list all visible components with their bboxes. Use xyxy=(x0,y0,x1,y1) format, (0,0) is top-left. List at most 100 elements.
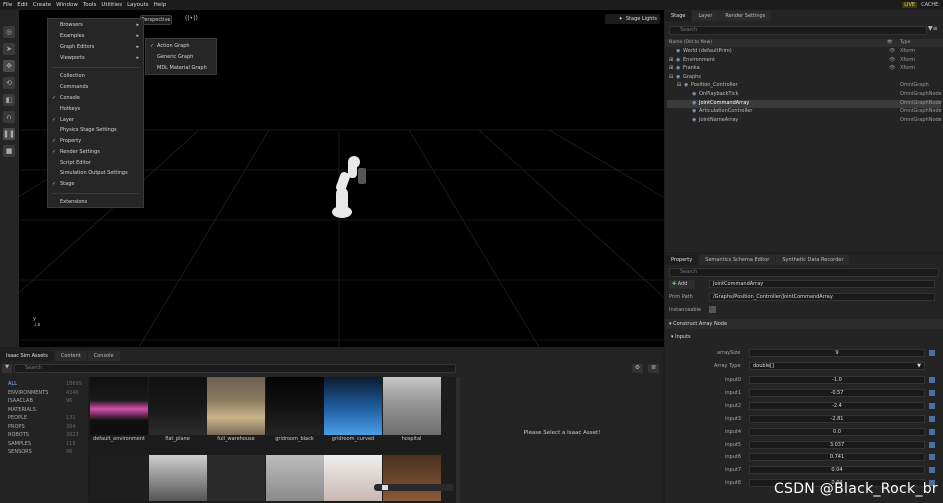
prim-path-field[interactable]: /Graphs/Position_Controller/JointCommand… xyxy=(709,293,935,301)
array-size-field[interactable]: 9 xyxy=(749,349,925,357)
input-value-field[interactable]: 0.0 xyxy=(749,427,925,436)
asset-thumbnail[interactable] xyxy=(207,377,265,435)
inputs-header[interactable]: ▾ Inputs xyxy=(671,334,691,340)
asset-thumbnail[interactable] xyxy=(265,377,324,435)
keyframe-icon[interactable] xyxy=(929,441,935,448)
menu-file[interactable]: File xyxy=(3,2,12,8)
assets-search-input[interactable]: Search xyxy=(14,364,456,373)
stage-row[interactable]: ◉ JointCommandArray OmniGraphNode xyxy=(667,99,942,108)
asset-thumbnail[interactable] xyxy=(148,455,207,501)
visibility-eye-icon[interactable]: 👁 xyxy=(889,65,895,71)
input-value-field[interactable]: 0.741 xyxy=(749,453,925,462)
menu-item-stage[interactable]: Stage xyxy=(60,181,74,187)
stage-lights-button[interactable]: ✦ Stage Lights xyxy=(605,14,660,24)
camera-icon[interactable]: ((•)) xyxy=(185,15,198,25)
asset-thumbnail[interactable] xyxy=(90,377,148,435)
add-button[interactable]: ✚ Add xyxy=(669,280,695,289)
category-item[interactable]: SAMPLES 115 xyxy=(8,441,76,447)
stage-row[interactable]: ⊟ ◉ Graphs xyxy=(667,74,941,82)
stop-icon[interactable]: ■ xyxy=(3,145,15,157)
menu-item-browsers[interactable]: Browsers xyxy=(60,22,83,28)
input-value-field[interactable]: -0.57 xyxy=(749,388,925,397)
stage-row[interactable]: ⊞ ◉ Franka 👁 Xform xyxy=(667,65,941,73)
menu-edit[interactable]: Edit xyxy=(17,2,28,8)
menu-utilities[interactable]: Utilities xyxy=(101,2,122,8)
stage-row[interactable]: ◉ World (defaultPrim) 👁 Xform xyxy=(667,48,941,56)
tab-stage[interactable]: Stage xyxy=(665,11,692,21)
keyframe-icon[interactable] xyxy=(929,389,935,396)
tab-property[interactable]: Property xyxy=(665,255,699,265)
stage-row[interactable]: ◉ OnPlaybackTick OmniGraphNode xyxy=(667,91,942,99)
asset-thumbnail[interactable] xyxy=(382,455,441,501)
category-item[interactable]: ALL 18695 xyxy=(8,381,82,387)
menu-item-layer[interactable]: Layer xyxy=(60,117,74,123)
list-view-icon[interactable]: ≣ xyxy=(648,364,659,373)
asset-thumbnail[interactable] xyxy=(382,377,441,435)
stage-search-input[interactable]: Search xyxy=(669,26,927,35)
expand-icon[interactable]: ⊞ xyxy=(669,57,673,63)
keyframe-icon[interactable] xyxy=(929,454,935,461)
rotate-tool-icon[interactable]: ⟲ xyxy=(3,77,15,89)
keyframe-icon[interactable] xyxy=(929,415,935,422)
menu-item-hotkeys[interactable]: Hotkeys xyxy=(60,106,80,112)
instanceable-checkbox[interactable] xyxy=(709,306,716,313)
section-construct-array-node[interactable]: ▾ Construct Array Node xyxy=(665,319,943,329)
menu-item-extensions[interactable]: Extensions xyxy=(60,199,87,205)
menu-item-console[interactable]: Console xyxy=(60,95,80,101)
menu-help[interactable]: Help xyxy=(154,2,167,8)
tab-synthetic-data-recorder[interactable]: Synthetic Data Recorder xyxy=(776,255,850,265)
input-value-field[interactable]: -2.4 xyxy=(749,401,925,410)
category-item[interactable]: ISAACLAB 96 xyxy=(8,398,72,404)
menu-item-commands[interactable]: Commands xyxy=(60,84,88,90)
category-item[interactable]: PROPS 384 xyxy=(8,424,76,430)
keyframe-icon[interactable] xyxy=(929,350,935,356)
menu-item-property[interactable]: Property xyxy=(60,138,81,144)
keyframe-icon[interactable] xyxy=(929,402,935,409)
tab-render-settings[interactable]: Render Settings xyxy=(719,11,772,21)
input-value-field[interactable]: -2.81 xyxy=(749,414,925,423)
menu-create[interactable]: Create xyxy=(33,2,51,8)
submenu-generic-graph[interactable]: Generic Graph xyxy=(157,54,193,60)
pause-icon[interactable]: ❚❚ xyxy=(3,128,15,140)
tab-isaac-sim-assets[interactable]: Isaac Sim Assets xyxy=(0,351,54,361)
tab-layer[interactable]: Layer xyxy=(692,11,719,21)
stage-row[interactable]: ◉ ArticulationController OmniGraphNode xyxy=(667,108,942,116)
category-item[interactable]: PEOPLE 131 xyxy=(8,415,76,421)
menu-item-examples[interactable]: Examples xyxy=(60,33,84,39)
expand-icon[interactable]: ⊟ xyxy=(677,82,681,88)
menu-item-script-editor[interactable]: Script Editor xyxy=(60,160,91,166)
asset-thumbnail[interactable] xyxy=(324,377,382,435)
menu-tools[interactable]: Tools xyxy=(83,2,97,8)
asset-thumbnail[interactable] xyxy=(265,455,324,501)
tab-semantics-schema-editor[interactable]: Semantics Schema Editor xyxy=(699,255,776,265)
col-name[interactable]: Name (Old to New) xyxy=(669,40,712,45)
menu-window[interactable]: Window xyxy=(56,2,78,8)
property-search-input[interactable]: Search xyxy=(669,268,939,277)
submenu-action-graph[interactable]: Action Graph xyxy=(157,43,190,49)
perspective-button[interactable]: Perspective xyxy=(140,15,172,25)
submenu-mdl-material-graph[interactable]: MDL Material Graph xyxy=(157,65,207,71)
expand-icon[interactable]: ⊟ xyxy=(669,74,673,80)
menu-item-collection[interactable]: Collection xyxy=(60,73,85,79)
live-badge[interactable]: LIVE xyxy=(902,1,918,8)
select-tool-icon[interactable]: ◎ xyxy=(3,26,15,38)
tab-content[interactable]: Content xyxy=(54,351,87,361)
pointer-tool-icon[interactable]: ➤ xyxy=(3,43,15,55)
stage-row[interactable]: ⊞ ◉ Environment 👁 Xform xyxy=(667,57,941,65)
menu-layouts[interactable]: Layouts xyxy=(127,2,149,8)
category-item[interactable]: ENVIRONMENTS 4346 xyxy=(8,390,79,396)
name-field[interactable]: JointCommandArray xyxy=(709,280,935,288)
asset-thumbnail[interactable] xyxy=(90,455,148,501)
menu-item-graph-editors[interactable]: Graph Editors xyxy=(60,44,94,50)
menu-item-viewports[interactable]: Viewports xyxy=(60,55,85,61)
filter-icon[interactable]: ▼≡ xyxy=(928,25,938,32)
tab-console[interactable]: Console xyxy=(87,351,120,361)
scale-tool-icon[interactable]: ◧ xyxy=(3,94,15,106)
stage-row[interactable]: ⊟ ◉ Position_Controller OmniGraph xyxy=(667,82,941,90)
input-value-field[interactable]: 0.04 xyxy=(749,466,925,475)
menu-item-physics-stage-settings[interactable]: Physics Stage Settings xyxy=(60,127,117,133)
visibility-eye-icon[interactable]: 👁 xyxy=(889,57,895,63)
asset-thumbnail[interactable] xyxy=(207,455,265,501)
keyframe-icon[interactable] xyxy=(929,467,935,474)
filter-icon[interactable]: ▼ xyxy=(2,364,12,373)
